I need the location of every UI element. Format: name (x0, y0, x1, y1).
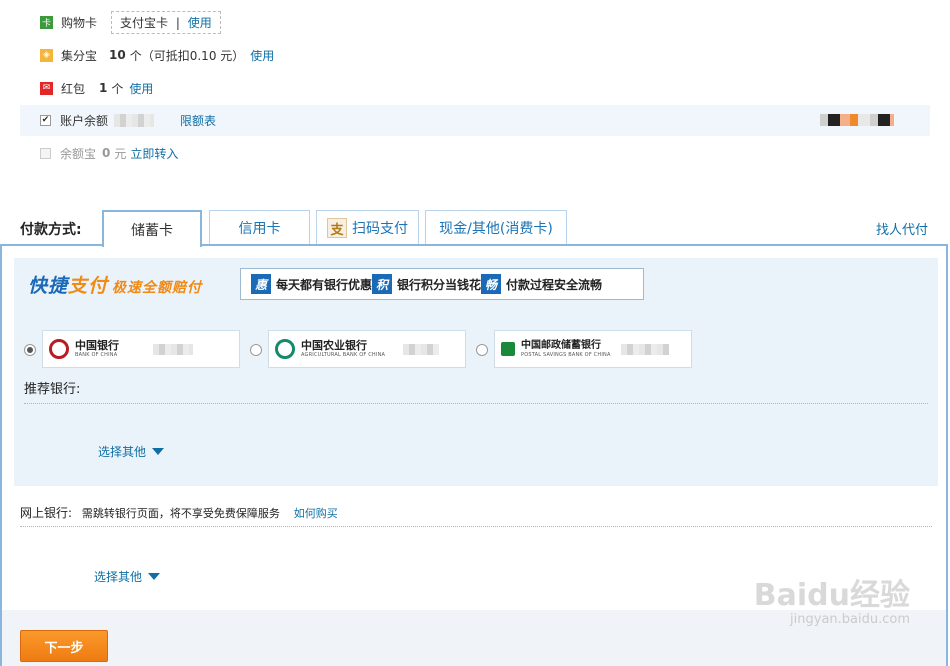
gift-card-row: 卡 购物卡 支付宝卡 | 使用 (20, 10, 221, 34)
hongbao-use-link[interactable]: 使用 (129, 80, 153, 97)
abc-logo-icon (275, 339, 295, 359)
quick-pay-logo: 快捷支付 极速全额赔付 (28, 271, 202, 298)
bank-name-abc: 中国农业银行 AGRICULTURAL BANK OF CHINA (301, 340, 385, 358)
alipay-card-text: 支付宝卡 (120, 15, 169, 30)
chevron-down-icon (152, 448, 165, 455)
bank-radio-psbc[interactable] (476, 344, 488, 356)
red-envelope-icon: ✉ (40, 81, 53, 95)
logo-part-a: 快捷 (28, 275, 69, 297)
yuebao-row: 余额宝 0 元 立即转入 (20, 141, 178, 165)
psbc-logo-icon (501, 342, 515, 356)
bank-radio-abc[interactable] (250, 344, 262, 356)
select-other-ebank-label: 选择其他 (94, 570, 143, 584)
tab-scan-pay-label: 扫码支付 (352, 221, 408, 237)
ask-others-pay-link[interactable]: 找人代付 (876, 219, 928, 238)
promo-text-2: 银行积分当钱花 (397, 277, 482, 292)
bank-zh-psbc: 中国邮政储蓄银行 (521, 339, 601, 351)
jifenbao-use-link[interactable]: 使用 (250, 47, 274, 64)
bank-zh-abc: 中国农业银行 (301, 339, 367, 352)
balance-amount-masked (114, 114, 155, 127)
logo-part-b: 支付 (68, 275, 109, 297)
yuebao-checkbox[interactable] (40, 147, 51, 159)
payment-method-label: 付款方式: (20, 222, 82, 238)
alipay-card-box: 支付宝卡 | 使用 (111, 10, 221, 34)
ebank-label: 网上银行: (20, 506, 73, 520)
bank-option-psbc[interactable]: 中国邮政储蓄银行 POSTAL SAVINGS BANK OF CHINA (494, 330, 692, 368)
promo-banner: 惠 每天都有银行优惠 积 银行积分当钱花 畅 付款过程安全流畅 (240, 268, 644, 300)
balance-value-masked (820, 114, 894, 126)
promo-badge-chang: 畅 (481, 274, 502, 294)
limit-table-link[interactable]: 限额表 (180, 112, 216, 129)
divider (20, 526, 932, 527)
tab-debit-card[interactable]: 储蓄卡 (102, 210, 202, 247)
bank-en-psbc: POSTAL SAVINGS BANK OF CHINA (521, 351, 611, 358)
recommended-banks-label: 推荐银行: (24, 382, 81, 397)
ebank-note: 需跳转银行页面，将不享受免费保障服务 (81, 507, 280, 520)
promo-badge-ji: 积 (372, 274, 393, 294)
bank-option-abc[interactable]: 中国农业银行 AGRICULTURAL BANK OF CHINA (268, 330, 466, 368)
bank-name-boc: 中国银行 BANK OF CHINA (75, 340, 119, 358)
hongbao-label: 红包 (61, 81, 86, 96)
balance-checkbox[interactable]: ✔ (40, 115, 51, 126)
bank-name-psbc: 中国邮政储蓄银行 POSTAL SAVINGS BANK OF CHINA (521, 339, 611, 358)
how-to-buy-link[interactable]: 如何购买 (294, 507, 338, 520)
balance-row: ✔ 账户余额 限额表 (20, 105, 930, 136)
next-step-button[interactable]: 下一步 (20, 630, 108, 662)
tab-scan-pay[interactable]: 支 扫码支付 (316, 210, 419, 245)
balance-label: 账户余额 (60, 114, 109, 128)
separator: | (175, 15, 180, 30)
chevron-down-icon (148, 573, 161, 580)
jifenbao-note: （可抵扣0.10 元） (141, 48, 245, 63)
jifenbao-count: 10 (109, 48, 126, 62)
select-other-ebank[interactable]: 选择其他 (94, 568, 161, 585)
yuebao-amount: 0 (102, 146, 111, 160)
yuebao-transfer-link[interactable]: 立即转入 (130, 145, 178, 162)
tab-debit-card-label: 储蓄卡 (131, 222, 173, 239)
divider (24, 403, 928, 404)
gift-card-use-link[interactable]: 使用 (188, 16, 212, 30)
jifenbao-row: ◈ 集分宝 10 个 （可抵扣0.10 元） 使用 (20, 43, 274, 67)
tab-cash-other-label: 现金/其他(消费卡) (439, 221, 553, 237)
yuebao-unit: 元 (114, 146, 127, 161)
tab-credit-card[interactable]: 信用卡 (209, 210, 310, 245)
radio-dot (27, 347, 33, 353)
bank-radio-boc[interactable] (24, 344, 36, 356)
bank-en-boc: BANK OF CHINA (75, 352, 118, 358)
ebank-row: 网上银行: 需跳转银行页面，将不享受免费保障服务 如何购买 (20, 504, 338, 521)
select-other-quick-label: 选择其他 (98, 445, 147, 459)
promo-badge-hui: 惠 (251, 274, 271, 294)
gift-card-icon: 卡 (40, 15, 53, 29)
bank-card-masked (620, 343, 669, 355)
select-other-quick[interactable]: 选择其他 (98, 443, 165, 460)
footer-bar: 下一步 (2, 610, 946, 666)
jifenbao-icon: ◈ (40, 48, 53, 62)
quick-pay-area: 快捷支付 极速全额赔付 惠 每天都有银行优惠 积 银行积分当钱花 畅 付款过程安全… (14, 258, 938, 486)
bank-en-abc: AGRICULTURAL BANK OF CHINA (301, 352, 386, 358)
jifenbao-label: 集分宝 (61, 48, 98, 63)
hongbao-row: ✉ 红包 1 个 使用 (20, 76, 153, 100)
promo-text-1: 每天都有银行优惠 (276, 277, 373, 292)
tab-credit-card-label: 信用卡 (238, 221, 281, 237)
bank-card-masked (153, 343, 193, 355)
hongbao-count: 1 (99, 81, 108, 95)
hongbao-unit: 个 (111, 81, 124, 96)
tab-cash-other[interactable]: 现金/其他(消费卡) (425, 210, 567, 245)
jifenbao-unit: 个 (129, 48, 142, 63)
bank-option-boc[interactable]: 中国银行 BANK OF CHINA (42, 330, 240, 368)
alipay-scan-icon: 支 (327, 218, 347, 238)
yuebao-label: 余额宝 (60, 146, 97, 161)
boc-logo-icon (49, 339, 69, 359)
bank-zh-boc: 中国银行 (75, 339, 119, 352)
gift-card-label: 购物卡 (61, 15, 98, 30)
payment-panel: 快捷支付 极速全额赔付 惠 每天都有银行优惠 积 银行积分当钱花 畅 付款过程安全… (0, 244, 948, 666)
bank-card-masked (403, 343, 440, 355)
promo-text-3: 付款过程安全流畅 (506, 277, 603, 292)
logo-subtitle: 极速全额赔付 (112, 280, 203, 296)
